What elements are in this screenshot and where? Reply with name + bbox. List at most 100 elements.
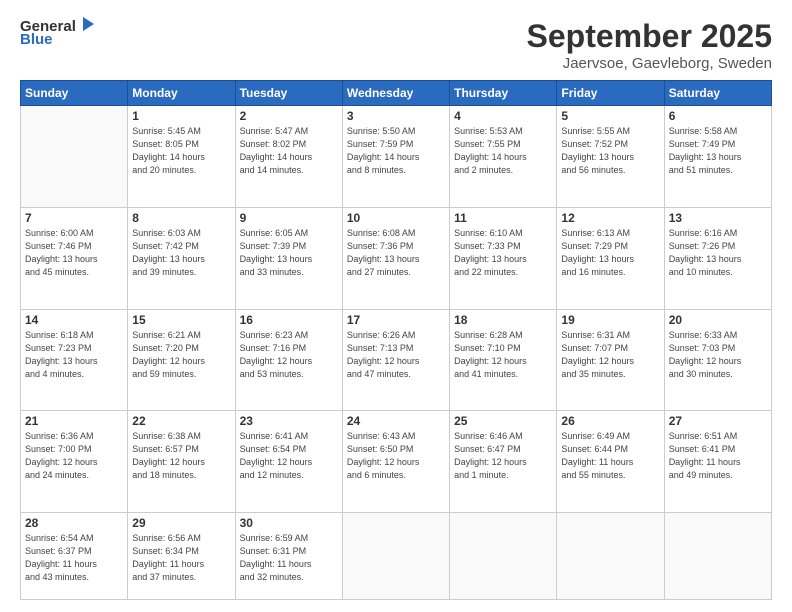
calendar: SundayMondayTuesdayWednesdayThursdayFrid…	[20, 80, 772, 600]
day-info: Sunrise: 6:26 AM Sunset: 7:13 PM Dayligh…	[347, 329, 445, 381]
title-block: September 2025 Jaervsoe, Gaevleborg, Swe…	[527, 18, 772, 72]
day-info: Sunrise: 6:36 AM Sunset: 7:00 PM Dayligh…	[25, 430, 123, 482]
calendar-cell: 17 Sunrise: 6:26 AM Sunset: 7:13 PM Dayli…	[342, 309, 449, 411]
calendar-cell: 9 Sunrise: 6:05 AM Sunset: 7:39 PM Daylig…	[235, 207, 342, 309]
calendar-cell: 2 Sunrise: 5:47 AM Sunset: 8:02 PM Daylig…	[235, 106, 342, 208]
day-number: 14	[25, 313, 123, 327]
day-info: Sunrise: 6:56 AM Sunset: 6:34 PM Dayligh…	[132, 532, 230, 584]
weekday-header-row: SundayMondayTuesdayWednesdayThursdayFrid…	[21, 81, 772, 106]
day-info: Sunrise: 5:58 AM Sunset: 7:49 PM Dayligh…	[669, 125, 767, 177]
day-number: 1	[132, 109, 230, 123]
day-number: 17	[347, 313, 445, 327]
calendar-cell: 5 Sunrise: 5:55 AM Sunset: 7:52 PM Daylig…	[557, 106, 664, 208]
day-number: 29	[132, 516, 230, 530]
day-info: Sunrise: 6:03 AM Sunset: 7:42 PM Dayligh…	[132, 227, 230, 279]
day-info: Sunrise: 6:10 AM Sunset: 7:33 PM Dayligh…	[454, 227, 552, 279]
day-info: Sunrise: 6:33 AM Sunset: 7:03 PM Dayligh…	[669, 329, 767, 381]
day-info: Sunrise: 5:47 AM Sunset: 8:02 PM Dayligh…	[240, 125, 338, 177]
weekday-header-wednesday: Wednesday	[342, 81, 449, 106]
calendar-cell: 22 Sunrise: 6:38 AM Sunset: 6:57 PM Dayli…	[128, 411, 235, 513]
calendar-cell: 4 Sunrise: 5:53 AM Sunset: 7:55 PM Daylig…	[450, 106, 557, 208]
calendar-cell: 8 Sunrise: 6:03 AM Sunset: 7:42 PM Daylig…	[128, 207, 235, 309]
page: General Blue September 2025 Jaervsoe, Ga…	[0, 0, 792, 612]
weekday-header-saturday: Saturday	[664, 81, 771, 106]
day-number: 3	[347, 109, 445, 123]
day-number: 11	[454, 211, 552, 225]
calendar-cell	[450, 513, 557, 600]
day-info: Sunrise: 6:05 AM Sunset: 7:39 PM Dayligh…	[240, 227, 338, 279]
calendar-cell: 27 Sunrise: 6:51 AM Sunset: 6:41 PM Dayli…	[664, 411, 771, 513]
day-number: 7	[25, 211, 123, 225]
day-number: 26	[561, 414, 659, 428]
weekday-header-monday: Monday	[128, 81, 235, 106]
weekday-header-sunday: Sunday	[21, 81, 128, 106]
day-number: 4	[454, 109, 552, 123]
day-number: 8	[132, 211, 230, 225]
weekday-header-thursday: Thursday	[450, 81, 557, 106]
weekday-header-friday: Friday	[557, 81, 664, 106]
day-info: Sunrise: 6:28 AM Sunset: 7:10 PM Dayligh…	[454, 329, 552, 381]
day-info: Sunrise: 6:16 AM Sunset: 7:26 PM Dayligh…	[669, 227, 767, 279]
day-info: Sunrise: 6:59 AM Sunset: 6:31 PM Dayligh…	[240, 532, 338, 584]
calendar-cell: 19 Sunrise: 6:31 AM Sunset: 7:07 PM Dayli…	[557, 309, 664, 411]
calendar-cell: 30Sunrise: 6:59 AM Sunset: 6:31 PM Dayli…	[235, 513, 342, 600]
calendar-cell: 26 Sunrise: 6:49 AM Sunset: 6:44 PM Dayli…	[557, 411, 664, 513]
calendar-cell: 21 Sunrise: 6:36 AM Sunset: 7:00 PM Dayli…	[21, 411, 128, 513]
calendar-cell: 25Sunrise: 6:46 AM Sunset: 6:47 PM Dayli…	[450, 411, 557, 513]
week-row-3: 14 Sunrise: 6:18 AM Sunset: 7:23 PM Dayli…	[21, 309, 772, 411]
day-number: 23	[240, 414, 338, 428]
week-row-1: 1 Sunrise: 5:45 AM Sunset: 8:05 PM Daylig…	[21, 106, 772, 208]
day-info: Sunrise: 5:55 AM Sunset: 7:52 PM Dayligh…	[561, 125, 659, 177]
day-info: Sunrise: 6:08 AM Sunset: 7:36 PM Dayligh…	[347, 227, 445, 279]
calendar-cell	[342, 513, 449, 600]
month-title: September 2025	[527, 18, 772, 55]
calendar-cell: 10Sunrise: 6:08 AM Sunset: 7:36 PM Dayli…	[342, 207, 449, 309]
day-number: 18	[454, 313, 552, 327]
calendar-cell: 3 Sunrise: 5:50 AM Sunset: 7:59 PM Daylig…	[342, 106, 449, 208]
day-info: Sunrise: 6:41 AM Sunset: 6:54 PM Dayligh…	[240, 430, 338, 482]
day-number: 21	[25, 414, 123, 428]
calendar-cell: 14 Sunrise: 6:18 AM Sunset: 7:23 PM Dayli…	[21, 309, 128, 411]
day-info: Sunrise: 5:45 AM Sunset: 8:05 PM Dayligh…	[132, 125, 230, 177]
calendar-cell: 11 Sunrise: 6:10 AM Sunset: 7:33 PM Dayli…	[450, 207, 557, 309]
calendar-cell: 18 Sunrise: 6:28 AM Sunset: 7:10 PM Dayli…	[450, 309, 557, 411]
calendar-cell: 24Sunrise: 6:43 AM Sunset: 6:50 PM Dayli…	[342, 411, 449, 513]
day-info: Sunrise: 6:00 AM Sunset: 7:46 PM Dayligh…	[25, 227, 123, 279]
weekday-header-tuesday: Tuesday	[235, 81, 342, 106]
day-number: 28	[25, 516, 123, 530]
calendar-cell: 13 Sunrise: 6:16 AM Sunset: 7:26 PM Dayli…	[664, 207, 771, 309]
day-info: Sunrise: 5:53 AM Sunset: 7:55 PM Dayligh…	[454, 125, 552, 177]
calendar-cell: 23 Sunrise: 6:41 AM Sunset: 6:54 PM Dayli…	[235, 411, 342, 513]
day-info: Sunrise: 5:50 AM Sunset: 7:59 PM Dayligh…	[347, 125, 445, 177]
calendar-cell	[664, 513, 771, 600]
logo-icon	[78, 15, 96, 33]
day-number: 9	[240, 211, 338, 225]
day-number: 25	[454, 414, 552, 428]
calendar-cell	[557, 513, 664, 600]
day-info: Sunrise: 6:18 AM Sunset: 7:23 PM Dayligh…	[25, 329, 123, 381]
day-info: Sunrise: 6:49 AM Sunset: 6:44 PM Dayligh…	[561, 430, 659, 482]
day-number: 24	[347, 414, 445, 428]
day-number: 5	[561, 109, 659, 123]
day-number: 22	[132, 414, 230, 428]
day-number: 19	[561, 313, 659, 327]
day-info: Sunrise: 6:21 AM Sunset: 7:20 PM Dayligh…	[132, 329, 230, 381]
calendar-cell: 7 Sunrise: 6:00 AM Sunset: 7:46 PM Daylig…	[21, 207, 128, 309]
calendar-cell	[21, 106, 128, 208]
day-number: 27	[669, 414, 767, 428]
day-info: Sunrise: 6:13 AM Sunset: 7:29 PM Dayligh…	[561, 227, 659, 279]
calendar-cell: 29 Sunrise: 6:56 AM Sunset: 6:34 PM Dayli…	[128, 513, 235, 600]
calendar-cell: 28Sunrise: 6:54 AM Sunset: 6:37 PM Dayli…	[21, 513, 128, 600]
day-info: Sunrise: 6:23 AM Sunset: 7:16 PM Dayligh…	[240, 329, 338, 381]
day-info: Sunrise: 6:31 AM Sunset: 7:07 PM Dayligh…	[561, 329, 659, 381]
day-number: 15	[132, 313, 230, 327]
week-row-5: 28Sunrise: 6:54 AM Sunset: 6:37 PM Dayli…	[21, 513, 772, 600]
day-info: Sunrise: 6:38 AM Sunset: 6:57 PM Dayligh…	[132, 430, 230, 482]
location-title: Jaervsoe, Gaevleborg, Sweden	[527, 55, 772, 72]
logo-blue-text: Blue	[20, 31, 53, 48]
logo: General Blue	[20, 18, 96, 48]
day-info: Sunrise: 6:51 AM Sunset: 6:41 PM Dayligh…	[669, 430, 767, 482]
day-number: 13	[669, 211, 767, 225]
calendar-cell: 6Sunrise: 5:58 AM Sunset: 7:49 PM Daylig…	[664, 106, 771, 208]
day-number: 2	[240, 109, 338, 123]
